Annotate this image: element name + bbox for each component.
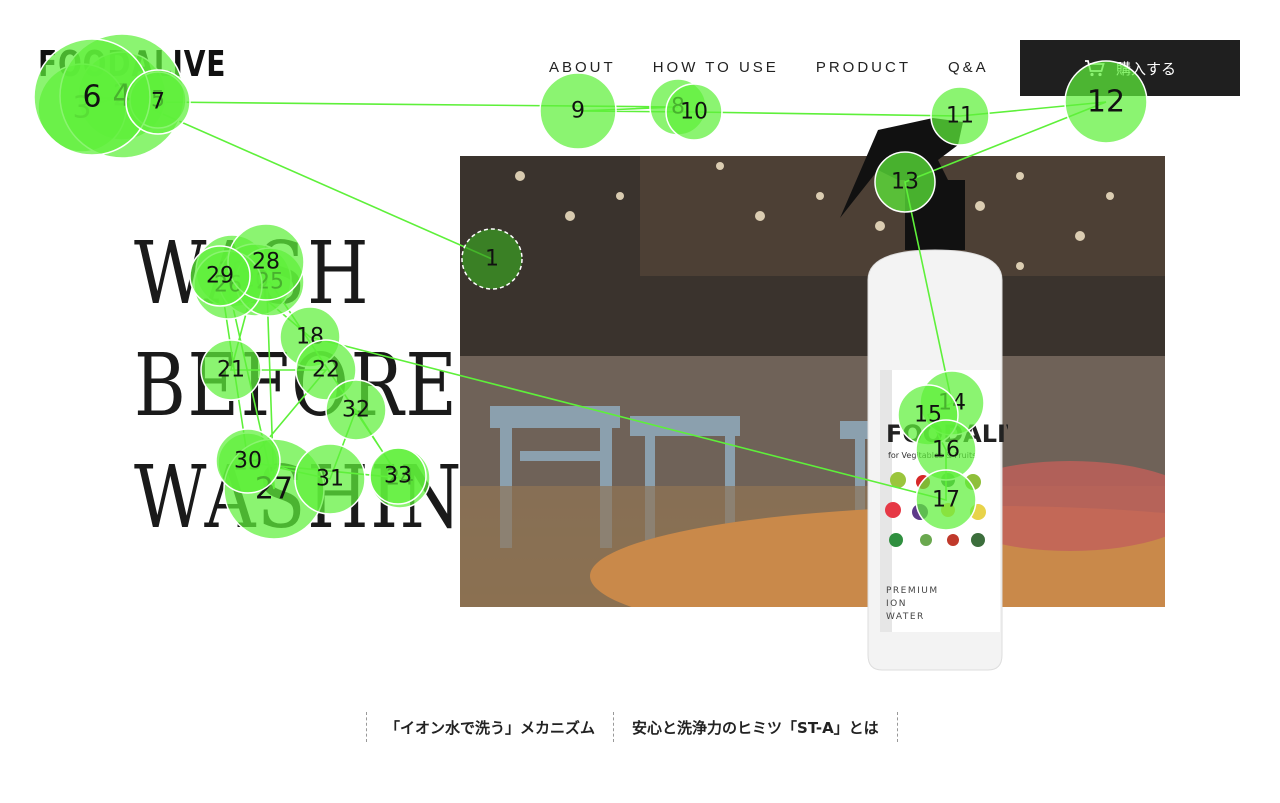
divider bbox=[896, 712, 898, 742]
cart-icon bbox=[1084, 60, 1105, 77]
bottle-brand: FOODALIVE bbox=[886, 420, 1008, 448]
gaze-fixation: 10 bbox=[665, 83, 723, 141]
buy-button-label: 購入する bbox=[1115, 60, 1176, 78]
nav-how-to-use[interactable]: HOW TO USE bbox=[653, 59, 779, 76]
bottle-label-line: ION bbox=[886, 599, 907, 609]
gaze-fixation-circle bbox=[665, 83, 723, 141]
gaze-fixation: 8 bbox=[649, 78, 707, 136]
bottle-label-line: PREMIUM bbox=[886, 586, 939, 596]
cafe-scene bbox=[460, 156, 1165, 607]
nav-qa[interactable]: Q&A bbox=[948, 59, 989, 76]
gaze-fixation: 9 bbox=[539, 72, 617, 150]
buy-button[interactable]: 購入する bbox=[1020, 40, 1240, 96]
main-nav: ABOUT HOW TO USE PRODUCT Q&A bbox=[549, 59, 1026, 76]
sub-nav: 「イオン水で洗う」メカニズム 安心と洗浄力のヒミツ「ST-A」とは bbox=[366, 712, 898, 742]
gaze-fixation-label: 7 bbox=[151, 90, 165, 115]
gaze-fixation-circle bbox=[649, 78, 707, 136]
gaze-fixation-label: 9 bbox=[571, 99, 585, 124]
brand-logo[interactable]: FOODALIVE bbox=[38, 44, 226, 85]
nav-about[interactable]: ABOUT bbox=[549, 59, 616, 76]
subnav-mechanism-link[interactable]: 「イオン水で洗う」メカニズム bbox=[367, 717, 613, 738]
product-bottle: FOODALIVE for Vegitables & Fruits PREMIU… bbox=[840, 118, 1008, 671]
hero-photo bbox=[460, 156, 1165, 607]
gaze-fixation-label: 10 bbox=[680, 100, 708, 125]
nav-product[interactable]: PRODUCT bbox=[816, 59, 911, 76]
gaze-fixation-label: 5 bbox=[151, 88, 165, 113]
gaze-fixation-circle bbox=[539, 72, 617, 150]
bottle-label-line: WATER bbox=[886, 612, 925, 622]
bottle-subtitle: for Vegitables & Fruits bbox=[888, 451, 976, 460]
gaze-fixation-label: 8 bbox=[671, 95, 685, 120]
subnav-st-a-link[interactable]: 安心と洗浄力のヒミツ「ST-A」とは bbox=[614, 717, 897, 738]
gaze-fixation-label: 3 bbox=[72, 91, 91, 126]
